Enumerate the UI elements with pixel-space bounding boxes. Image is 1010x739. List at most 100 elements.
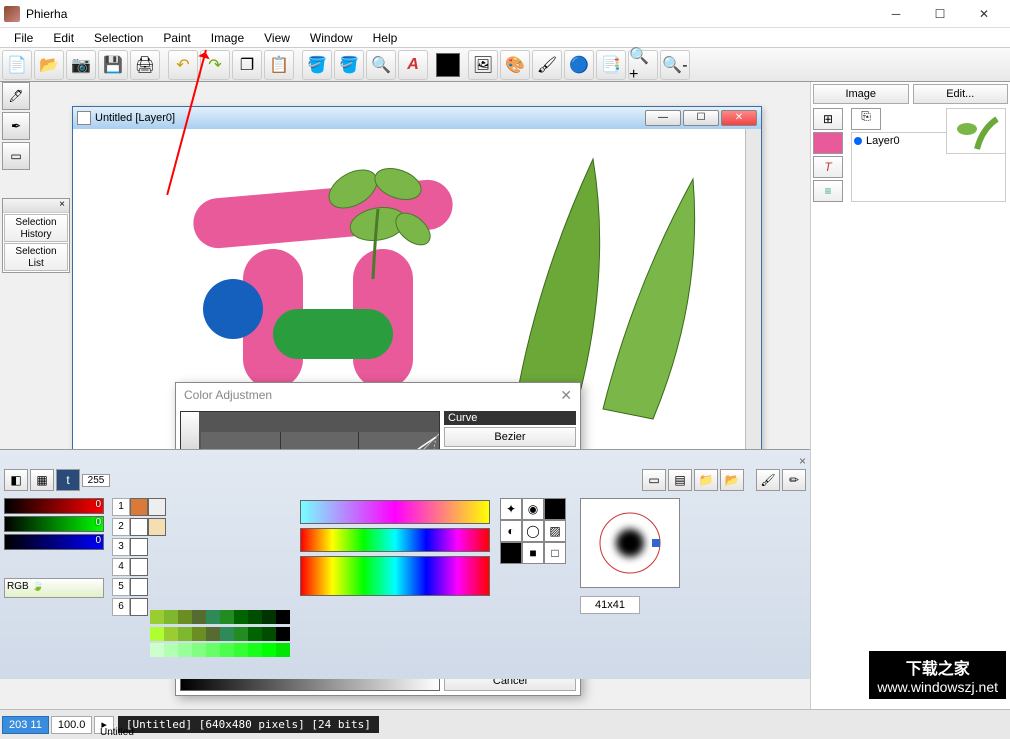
imgadj1-icon[interactable]: 🖼 (468, 50, 498, 80)
dock-close-icon[interactable]: × (799, 454, 806, 468)
brush-tool-icon[interactable]: 🖊 (2, 82, 30, 110)
color-swatch[interactable] (436, 53, 460, 77)
dock-brush1-icon[interactable]: 🖌 (756, 469, 780, 491)
pen-tool-icon[interactable]: ✒ (2, 112, 30, 140)
dock-tool-2[interactable]: ▦ (30, 469, 54, 491)
zoom-icon[interactable]: 🔍 (366, 50, 396, 80)
doc-titlebar[interactable]: Untitled [Layer0] — ☐ ✕ (73, 107, 761, 129)
blue-slider[interactable]: 0 (4, 534, 104, 550)
globe-icon[interactable]: 🔵 (564, 50, 594, 80)
rect-tool-icon[interactable]: ▭ (2, 142, 30, 170)
rtool-add-icon[interactable]: ⊞ (813, 108, 843, 130)
rtool-dup-icon[interactable]: ⎘ (851, 108, 881, 130)
red-slider[interactable]: 0 (4, 498, 104, 514)
doc-maximize-button[interactable]: ☐ (683, 110, 719, 126)
menu-file[interactable]: File (4, 29, 43, 47)
doc-tab[interactable]: Untitled (70, 727, 164, 739)
dialog-titlebar[interactable]: Color Adjustmen ✕ (176, 383, 580, 407)
layer-thumbnail (946, 108, 1006, 154)
watermark: 下载之家 www.windowszj.net (869, 651, 1006, 699)
open-icon[interactable]: 📂 (34, 50, 64, 80)
undo-icon[interactable]: ↶ (168, 50, 198, 80)
copy-icon[interactable]: ❐ (232, 50, 262, 80)
brush-panel: ✦◉ ◐◯▨ ■□ 41x41 (500, 498, 700, 564)
imgadj2-icon[interactable]: 🎨 (500, 50, 530, 80)
brush-size-field[interactable]: 41x41 (580, 596, 640, 614)
dialog-close-icon[interactable]: ✕ (560, 387, 572, 404)
app-icon (4, 6, 20, 22)
dock-btn-c[interactable]: 📁 (694, 469, 718, 491)
doc-title: Untitled [Layer0] (95, 112, 175, 124)
palette-row-2[interactable]: 2 (112, 518, 130, 536)
palette-panel: 1 2 3 4 5 6 (112, 498, 288, 618)
palette-row-6[interactable]: 6 (112, 598, 130, 616)
zoomout-icon[interactable]: 🔍- (660, 50, 690, 80)
menu-view[interactable]: View (254, 29, 300, 47)
zoomin-icon[interactable]: 🔍+ (628, 50, 658, 80)
new-icon[interactable]: 📄 (2, 50, 32, 80)
menu-paint[interactable]: Paint (153, 29, 200, 47)
leaf-sprig-icon (303, 149, 453, 289)
doc-close-button[interactable]: ✕ (721, 110, 757, 126)
palette-row-4[interactable]: 4 (112, 558, 130, 576)
menu-window[interactable]: Window (300, 29, 363, 47)
right-panel: Image Edit... ⊞ T ≡ ⎘ Layer0 (810, 82, 1010, 709)
color-mode-label[interactable]: RGB 🍃 (4, 578, 104, 598)
camera-icon[interactable]: 📷 (66, 50, 96, 80)
brush-shape-grid[interactable]: ✦◉ ◐◯▨ ■□ (500, 498, 572, 564)
bottom-dock: × ◧ ▦ t 255 ▭ ▤ 📁 📂 🖌 ✏ 0 0 0 RGB 🍃 1 2 … (0, 449, 810, 679)
selpanel-close-icon[interactable]: × (3, 199, 69, 213)
rtool-text-icon[interactable]: T (813, 156, 843, 178)
imgadj3-icon[interactable]: 🖌 (532, 50, 562, 80)
status-coords: 203 11 (2, 716, 49, 734)
selection-panel: × Selection History Selection List (2, 198, 70, 273)
tab-edit[interactable]: Edit... (913, 84, 1009, 104)
gradient-3[interactable] (300, 556, 490, 596)
dock-btn-a[interactable]: ▭ (642, 469, 666, 491)
green-slider[interactable]: 0 (4, 516, 104, 532)
dialog-title: Color Adjustmen (184, 388, 272, 402)
left-toolbox: 🖊 ✒ ▭ (2, 82, 34, 170)
text-icon[interactable]: A (398, 50, 428, 80)
menu-selection[interactable]: Selection (84, 29, 153, 47)
dock-btn-d[interactable]: 📂 (720, 469, 744, 491)
menu-help[interactable]: Help (363, 29, 408, 47)
curve-mode-button[interactable]: Bezier (444, 427, 576, 447)
dock-tool-1[interactable]: ◧ (4, 469, 28, 491)
selection-list-button[interactable]: Selection List (4, 243, 68, 271)
color-sliders-panel: 0 0 0 RGB 🍃 (4, 498, 104, 598)
bucket2-icon[interactable]: 🪣 (334, 50, 364, 80)
dock-brush2-icon[interactable]: ✏ (782, 469, 806, 491)
brush-preview (580, 498, 680, 588)
dock-tool-t[interactable]: t (56, 469, 80, 491)
curve-section-header: Curve (444, 411, 576, 425)
gradient-2[interactable] (300, 528, 490, 552)
close-button[interactable]: ✕ (962, 0, 1006, 28)
palette-row-3[interactable]: 3 (112, 538, 130, 556)
bucket1-icon[interactable]: 🪣 (302, 50, 332, 80)
main-toolbar: 📄 📂 📷 💾 🖨 ↶ ↷ ❐ 📋 🪣 🪣 🔍 A 🖼 🎨 🖌 🔵 📑 🔍+ 🔍… (0, 48, 1010, 82)
tab-image[interactable]: Image (813, 84, 909, 104)
opacity-value[interactable]: 255 (82, 474, 110, 487)
menu-image[interactable]: Image (201, 29, 254, 47)
menu-edit[interactable]: Edit (43, 29, 84, 47)
color-grid[interactable] (150, 610, 290, 660)
doc-icon (77, 111, 91, 125)
palette-row-5[interactable]: 5 (112, 578, 130, 596)
gradient-1[interactable] (300, 500, 490, 524)
doc-minimize-button[interactable]: — (645, 110, 681, 126)
layer-name: Layer0 (866, 135, 900, 147)
dock-toolbar: ◧ ▦ t 255 ▭ ▤ 📁 📂 🖌 ✏ (0, 468, 810, 492)
app-title: Phierha (26, 7, 874, 21)
minimize-button[interactable]: ─ (874, 0, 918, 28)
save-icon[interactable]: 💾 (98, 50, 128, 80)
dock-btn-b[interactable]: ▤ (668, 469, 692, 491)
rtool-align-icon[interactable]: ≡ (813, 180, 843, 202)
docadj-icon[interactable]: 📑 (596, 50, 626, 80)
rtool-fill-icon[interactable] (813, 132, 843, 154)
paste-icon[interactable]: 📋 (264, 50, 294, 80)
palette-row-1[interactable]: 1 (112, 498, 130, 516)
print-icon[interactable]: 🖨 (130, 50, 160, 80)
selection-history-button[interactable]: Selection History (4, 214, 68, 242)
maximize-button[interactable]: ☐ (918, 0, 962, 28)
